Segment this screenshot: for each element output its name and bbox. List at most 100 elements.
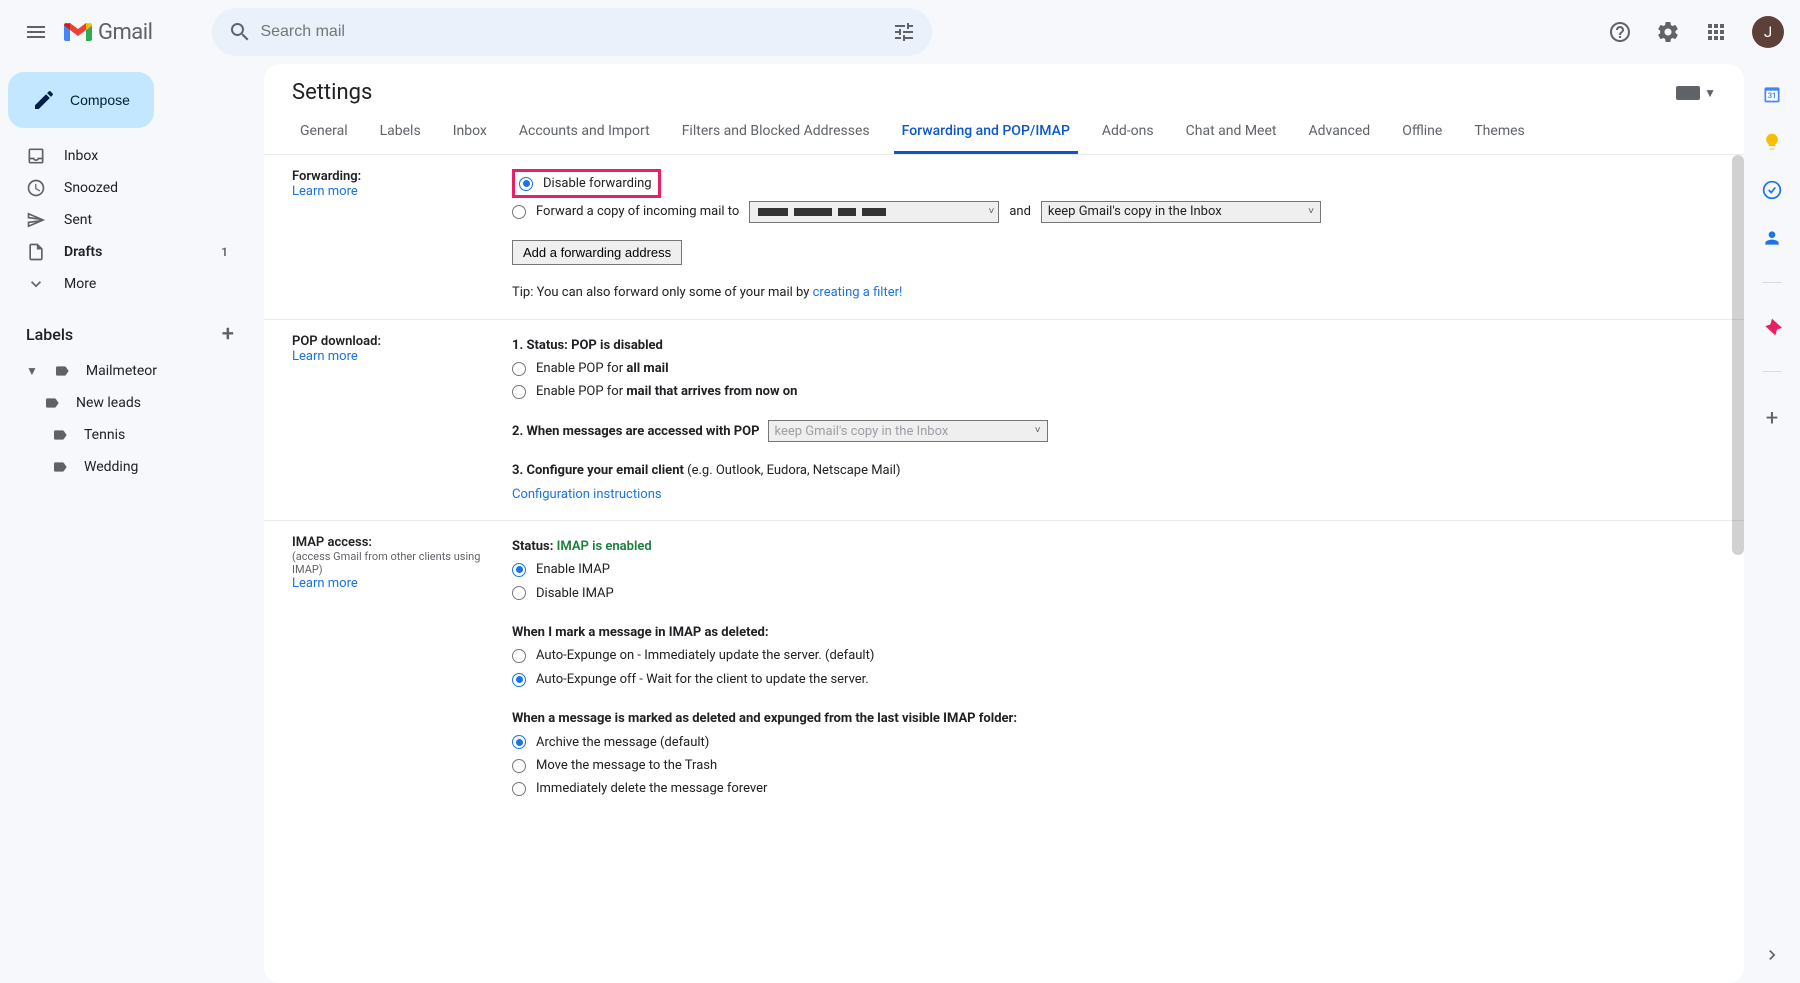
tab-chat-and-meet[interactable]: Chat and Meet	[1178, 111, 1285, 154]
imap-deleted-header: When I mark a message in IMAP as deleted…	[512, 625, 769, 640]
disable-forwarding-radio[interactable]	[519, 177, 533, 191]
creating-filter-link[interactable]: creating a filter!	[813, 285, 903, 300]
pop-learn-more-link[interactable]: Learn more	[292, 349, 512, 364]
add-label-button[interactable]: +	[222, 322, 234, 347]
imap-learn-more-link[interactable]: Learn more	[292, 576, 512, 591]
tab-inbox[interactable]: Inbox	[445, 111, 495, 154]
tab-offline[interactable]: Offline	[1394, 111, 1450, 154]
tasks-icon[interactable]	[1762, 180, 1782, 200]
label-icon	[54, 363, 70, 379]
move-trash-radio[interactable]	[512, 759, 526, 773]
hide-sidepanel-button[interactable]	[1756, 939, 1788, 971]
side-panel: 31 +	[1744, 64, 1800, 983]
tab-general[interactable]: General	[292, 111, 356, 154]
search-icon	[228, 20, 252, 44]
forwarding-tip-text: Tip: You can also forward only some of y…	[512, 285, 813, 300]
imap-sublabel: (access Gmail from other clients using I…	[292, 550, 512, 576]
expunge-on-radio[interactable]	[512, 649, 526, 663]
mailmeteor-addon-icon[interactable]	[1762, 317, 1782, 337]
tab-add-ons[interactable]: Add-ons	[1094, 111, 1162, 154]
page-title: Settings	[292, 80, 372, 105]
and-text: and	[1009, 200, 1031, 223]
forward-action-select[interactable]: keep Gmail's copy in the Inbox	[1041, 201, 1321, 223]
label-text: Wedding	[84, 459, 138, 475]
sidepanel-divider	[1762, 282, 1782, 283]
search-bar	[212, 8, 932, 56]
settings-panel: Settings ▼ General Labels Inbox Accounts an…	[264, 64, 1744, 983]
forwarding-label: Forwarding:	[292, 169, 512, 184]
chevron-down-icon[interactable]: ▼	[26, 364, 38, 378]
tab-filters-and-blocked-addresses[interactable]: Filters and Blocked Addresses	[674, 111, 878, 154]
header-actions: J	[1600, 12, 1792, 52]
imap-status-value: IMAP is enabled	[557, 539, 652, 554]
sidebar-item-more[interactable]: More	[0, 268, 240, 300]
chevron-right-icon	[1762, 945, 1782, 965]
sidebar-item-sent[interactable]: Sent	[0, 204, 240, 236]
label-item-wedding[interactable]: Wedding	[0, 451, 256, 483]
input-tools-button[interactable]: ▼	[1676, 86, 1716, 100]
tab-forwarding-and-pop-imap[interactable]: Forwarding and POP/IMAP	[894, 111, 1078, 154]
forward-address-select[interactable]	[749, 201, 999, 223]
label-item-new-leads[interactable]: New leads	[0, 387, 256, 419]
pop-config-instructions-link[interactable]: Configuration instructions	[512, 487, 662, 502]
pop-from-now-radio[interactable]	[512, 385, 526, 399]
main-menu-button[interactable]	[12, 8, 60, 56]
tab-advanced[interactable]: Advanced	[1300, 111, 1378, 154]
search-options-button[interactable]	[884, 12, 924, 52]
disable-forwarding-label: Disable forwarding	[543, 172, 652, 195]
tune-icon	[892, 20, 916, 44]
tab-accounts-and-import[interactable]: Accounts and Import	[511, 111, 658, 154]
support-button[interactable]	[1600, 12, 1640, 52]
enable-forwarding-radio[interactable]	[512, 205, 526, 219]
send-icon	[26, 210, 46, 230]
search-input[interactable]	[260, 23, 884, 41]
pencil-icon	[32, 88, 56, 112]
sidebar-item-inbox[interactable]: Inbox	[0, 140, 240, 172]
navigation-sidebar: Compose Inbox Snoozed Sent Drafts 1 More…	[0, 64, 256, 983]
sidepanel-divider	[1762, 371, 1782, 372]
settings-button[interactable]	[1648, 12, 1688, 52]
add-forwarding-address-button[interactable]: Add a forwarding address	[512, 240, 682, 265]
labels-header: Labels +	[0, 300, 256, 355]
pop-all-mail-radio[interactable]	[512, 362, 526, 376]
app-header: Gmail J	[0, 0, 1800, 64]
calendar-icon[interactable]: 31	[1762, 84, 1782, 104]
google-apps-button[interactable]	[1696, 12, 1736, 52]
imap-label: IMAP access:	[292, 535, 512, 550]
inbox-icon	[26, 146, 46, 166]
tab-labels[interactable]: Labels	[372, 111, 429, 154]
forward-copy-label: Forward a copy of incoming mail to	[536, 200, 739, 223]
search-icon-button[interactable]	[220, 12, 260, 52]
imap-section: IMAP access: (access Gmail from other cl…	[264, 521, 1744, 815]
pop-label: POP download:	[292, 334, 512, 349]
expunge-off-radio[interactable]	[512, 673, 526, 687]
compose-button[interactable]: Compose	[8, 72, 154, 128]
sidebar-item-snoozed[interactable]: Snoozed	[0, 172, 240, 204]
enable-imap-radio[interactable]	[512, 563, 526, 577]
forwarding-learn-more-link[interactable]: Learn more	[292, 184, 512, 199]
disable-forwarding-highlight: Disable forwarding	[512, 169, 661, 198]
pop-action-select[interactable]: keep Gmail's copy in the Inbox	[768, 420, 1048, 442]
account-avatar[interactable]: J	[1752, 16, 1784, 48]
contacts-icon[interactable]	[1762, 228, 1782, 248]
label-text: Tennis	[84, 427, 125, 443]
dropdown-caret-icon: ▼	[1704, 86, 1716, 100]
scrollbar-thumb[interactable]	[1732, 155, 1744, 555]
tab-themes[interactable]: Themes	[1466, 111, 1532, 154]
disable-imap-radio[interactable]	[512, 586, 526, 600]
archive-radio[interactable]	[512, 735, 526, 749]
keep-icon[interactable]	[1762, 132, 1782, 152]
sidebar-item-drafts[interactable]: Drafts 1	[0, 236, 240, 268]
svg-text:31: 31	[1768, 91, 1777, 100]
label-item-tennis[interactable]: Tennis	[0, 419, 256, 451]
get-addons-button[interactable]: +	[1766, 406, 1778, 431]
delete-forever-radio[interactable]	[512, 782, 526, 796]
nav-label: Inbox	[64, 148, 98, 164]
label-text: New leads	[76, 395, 141, 411]
help-icon	[1608, 20, 1632, 44]
nav-label: More	[64, 276, 96, 292]
chevron-down-icon	[26, 274, 46, 294]
label-item-mailmeteor[interactable]: ▼ Mailmeteor	[0, 355, 256, 387]
pop-when-accessed-label: 2. When messages are accessed with POP	[512, 420, 760, 443]
gmail-logo[interactable]: Gmail	[64, 20, 152, 45]
